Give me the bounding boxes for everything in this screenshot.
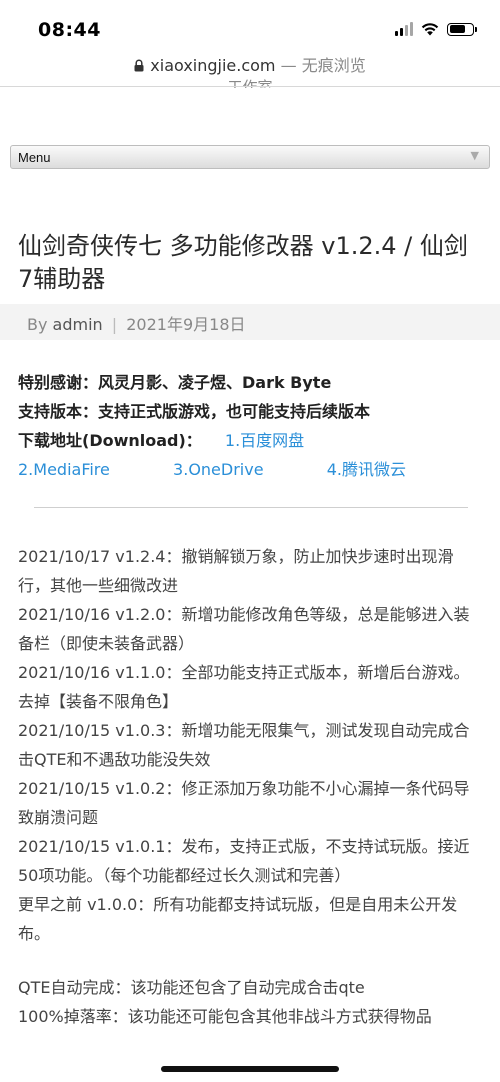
changelog-item: 更早之前 v1.0.0：所有功能都支持试玩版，但是自用未公开发布。 xyxy=(18,895,458,943)
changelog-item: 2021/10/15 v1.0.3：新增功能无限集气，测试发现自动完成合击QTE… xyxy=(18,721,470,769)
battery-icon xyxy=(447,22,477,36)
download-link-mediafire[interactable]: 2.MediaFire xyxy=(18,455,110,484)
download-link-weiyun[interactable]: 4.腾讯微云 xyxy=(327,455,406,484)
changelog-item: 2021/10/15 v1.0.2：修正添加万象功能不小心漏掉一条代码导致崩溃问… xyxy=(18,779,470,827)
wifi-icon xyxy=(421,23,439,36)
menu-label: Menu xyxy=(18,150,51,165)
thanks-line: 特别感谢：风灵月影、凌子煜、Dark Byte xyxy=(18,373,332,392)
content-divider xyxy=(34,507,468,508)
feature-notes: QTE自动完成：该功能还包含了自动完成合击qte 100%掉落率：该功能还可能包… xyxy=(18,973,484,1031)
url-text: xiaoxingjie.com xyxy=(150,56,276,75)
support-line: 支持版本：支持正式版游戏，也可能支持后续版本 xyxy=(18,402,371,421)
menu-select[interactable]: Menu ▼ xyxy=(10,145,490,169)
cellular-signal-icon xyxy=(395,22,413,36)
changelog-item: 2021/10/15 v1.0.1：发布，支持正式版，不支持试玩版。接近50项功… xyxy=(18,837,470,885)
download-link-onedrive[interactable]: 3.OneDrive xyxy=(173,455,264,484)
changelog-item: 2021/10/16 v1.2.0：新增功能修改角色等级，总是能够进入装备栏（即… xyxy=(18,605,470,653)
lock-icon xyxy=(134,59,144,72)
note-item: QTE自动完成：该功能还包含了自动完成合击qte xyxy=(18,978,365,997)
post-title: 仙剑奇侠传七 多功能修改器 v1.2.4 / 仙剑7辅助器 xyxy=(18,232,468,293)
download-link-baidu[interactable]: 1.百度网盘 xyxy=(225,431,304,450)
private-mode-text: — 无痕浏览 xyxy=(275,56,366,75)
home-indicator[interactable] xyxy=(161,1066,339,1072)
chevron-down-icon: ▼ xyxy=(470,149,479,162)
author-link[interactable]: admin xyxy=(53,315,103,334)
post-date: 2021年9月18日 xyxy=(126,315,246,334)
changelog: 2021/10/17 v1.2.4：撤销解锁万象，防止加快步速时出现滑行，其他一… xyxy=(18,542,484,948)
changelog-item: 2021/10/17 v1.2.4：撤销解锁万象，防止加快步速时出现滑行，其他一… xyxy=(18,547,454,595)
status-bar: 08:44 xyxy=(0,0,500,46)
address-bar[interactable]: xiaoxingjie.com — 无痕浏览 xyxy=(0,52,500,76)
note-item: 100%掉落率：该功能还可能包含其他非战斗方式获得物品 xyxy=(18,1007,432,1026)
meta-by: By xyxy=(27,315,53,334)
download-label: 下载地址(Download)： xyxy=(18,431,202,450)
status-icons xyxy=(395,22,477,36)
meta-separator: | xyxy=(111,315,118,334)
post-meta: By admin | 2021年9月18日 xyxy=(0,304,500,340)
changelog-item: 2021/10/16 v1.1.0：全部功能支持正式版本，新增后台游戏。去掉【装… xyxy=(18,663,470,711)
browser-divider xyxy=(0,86,500,87)
post-content: 特别感谢：风灵月影、凌子煜、Dark Byte 支持版本：支持正式版游戏，也可能… xyxy=(18,368,484,1031)
status-time: 08:44 xyxy=(38,19,101,41)
download-links: 2.MediaFire 3.OneDrive 4.腾讯微云 xyxy=(18,455,406,484)
